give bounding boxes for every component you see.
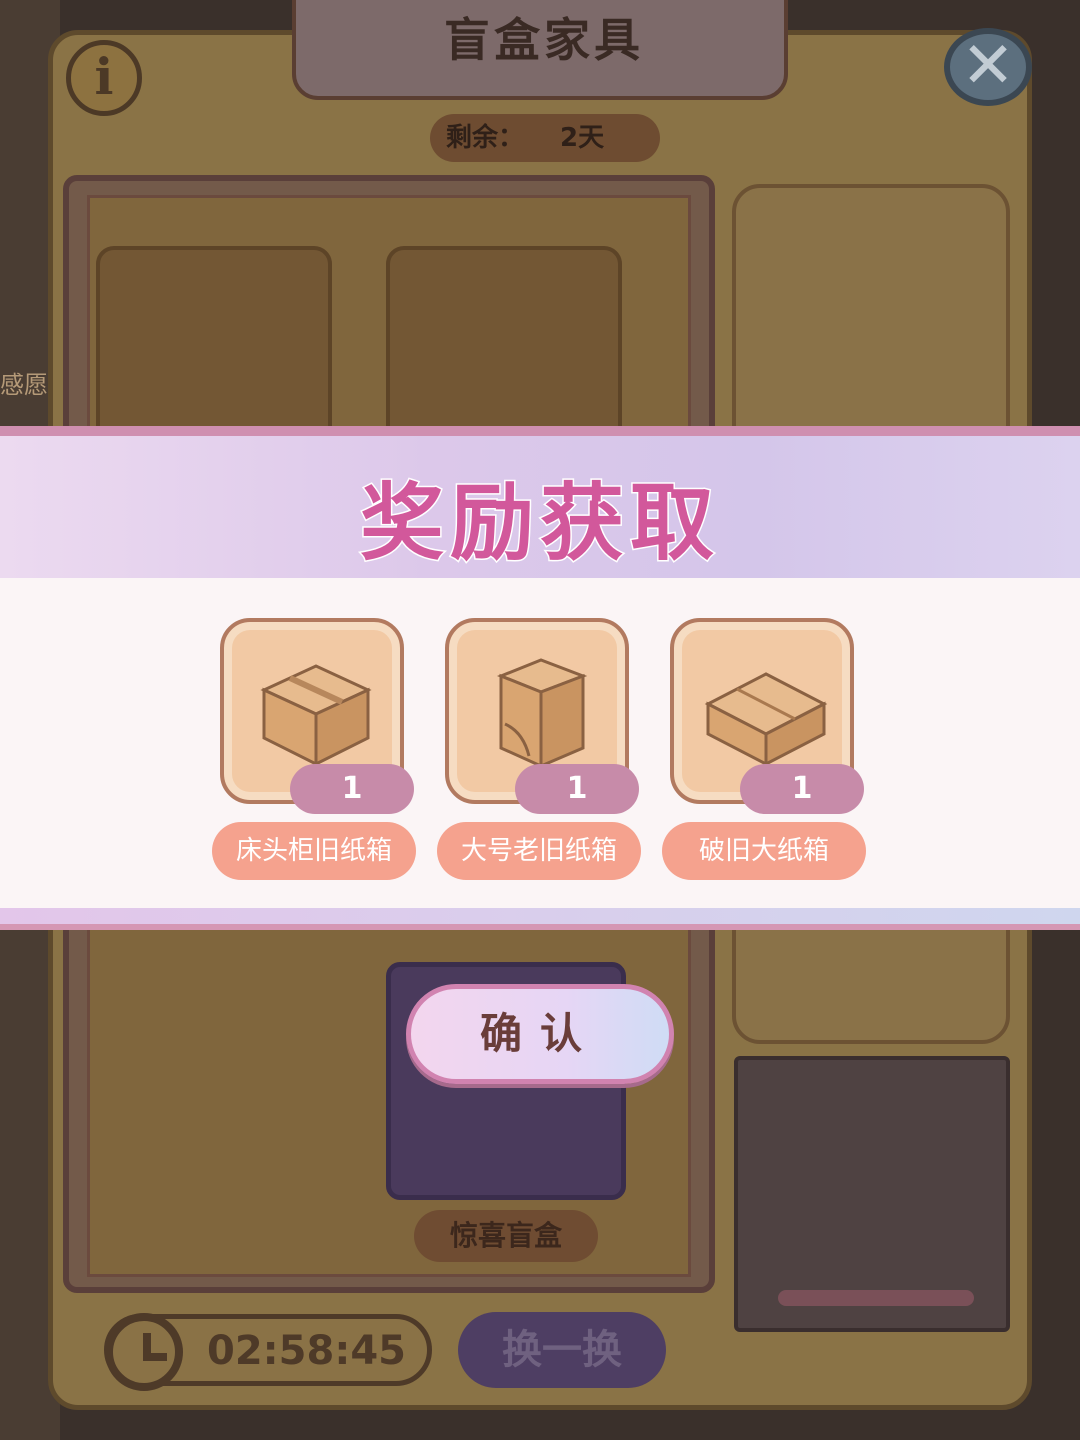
close-icon: ✕ [961, 29, 1015, 103]
surprise-box-label: 惊喜盲盒 [414, 1210, 598, 1262]
remaining-value: 2天 [560, 123, 605, 153]
tall-cardboard-box-icon [496, 658, 588, 769]
swap-button[interactable]: 换一换 [458, 1312, 666, 1388]
confirm-button[interactable]: 确认 [406, 984, 674, 1084]
reward-footer-strip [0, 908, 1080, 930]
reward-title: 奖励获取 [358, 473, 720, 574]
remaining-time-badge: 剩余： 2天 [430, 114, 660, 162]
item-name-label: 大号老旧纸箱 [437, 822, 641, 880]
reward-header: 奖励获取 [0, 426, 1080, 578]
side-label: 感愿 [0, 371, 48, 399]
side-card [734, 1056, 1010, 1332]
confirm-label: 确认 [479, 1009, 600, 1058]
reward-item[interactable]: 1 破旧大纸箱 [662, 618, 872, 888]
close-button[interactable]: ✕ [944, 28, 1032, 106]
timer-text: 02:58:45 [207, 1328, 406, 1374]
refresh-timer: 02:58:45 [104, 1313, 432, 1391]
reward-item[interactable]: 1 床头柜旧纸箱 [212, 618, 422, 888]
clock-icon [105, 1313, 183, 1391]
item-name-label: 床头柜旧纸箱 [212, 822, 416, 880]
progress-bar [778, 1290, 974, 1306]
reward-item[interactable]: 1 大号老旧纸箱 [437, 618, 647, 888]
item-name-label: 破旧大纸箱 [662, 822, 866, 880]
cardboard-box-icon [260, 664, 372, 767]
flat-cardboard-box-icon [704, 672, 828, 767]
title-banner: 盲盒家具 [292, 0, 788, 100]
item-quantity-badge: 1 [515, 764, 639, 814]
info-icon: i [94, 47, 114, 106]
info-button[interactable]: i [66, 40, 142, 116]
dialog-title: 盲盒家具 [444, 13, 644, 67]
remaining-label: 剩余： [446, 123, 525, 153]
item-quantity-badge: 1 [740, 764, 864, 814]
item-quantity-badge: 1 [290, 764, 414, 814]
